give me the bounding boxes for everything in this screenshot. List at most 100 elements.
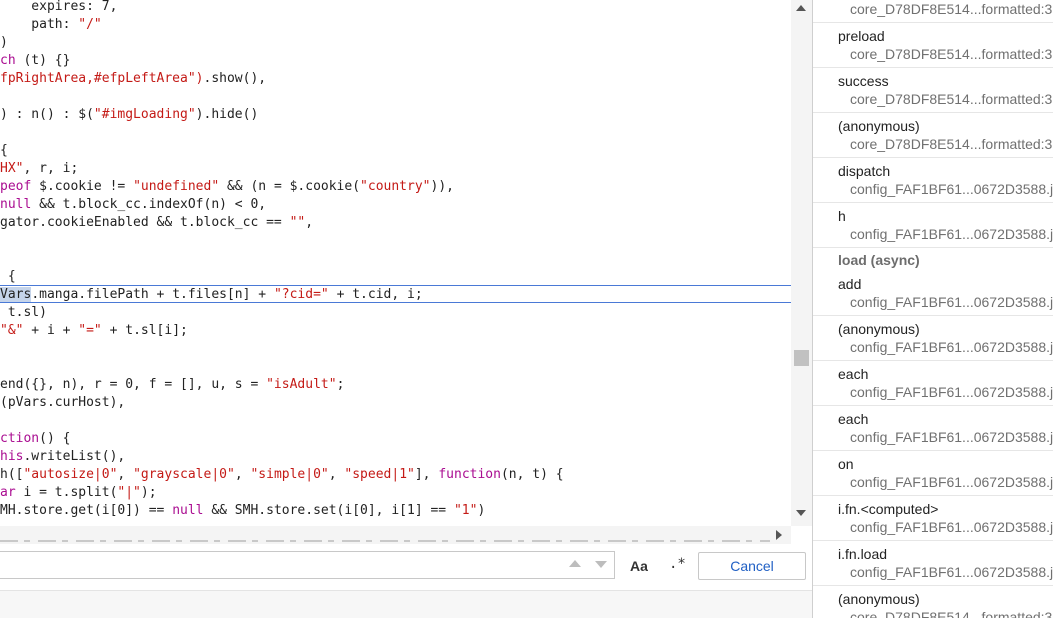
previous-match-chevron-up-icon[interactable]: [569, 560, 581, 567]
call-frame-function: (anonymous): [838, 321, 920, 337]
code-keyword: null: [0, 197, 32, 212]
code-line: peof $.cookie != "undefined" && (n = $.c…: [0, 178, 454, 196]
call-frame-function: dispatch: [838, 163, 891, 179]
code-token: (t) {}: [15, 53, 71, 68]
call-frame-location[interactable]: config_FAF1BF61...0672D3588.js: [850, 294, 1053, 310]
call-frame-location[interactable]: config_FAF1BF61...0672D3588.js: [850, 429, 1053, 445]
code-token: && SMH.store.set(i[0], i[1] ==: [203, 503, 454, 518]
code-string: "|": [117, 485, 141, 500]
call-frame-location[interactable]: config_FAF1BF61...0672D3588.js: [850, 384, 1053, 400]
code-string: "=": [78, 323, 102, 338]
call-frame-location[interactable]: core_D78DF8E514...formatted:3: [850, 1, 1052, 17]
code-string: "/": [78, 17, 102, 32]
code-string: HX": [0, 161, 24, 176]
editor-horizontal-scrollbar[interactable]: [0, 526, 791, 544]
match-case-button[interactable]: Aa: [630, 558, 648, 574]
call-frame-location[interactable]: core_D78DF8E514...formatted:3: [850, 136, 1052, 152]
call-frame[interactable]: (anonymous) core_D78DF8E514...formatted:3: [813, 113, 1053, 158]
call-frame[interactable]: i.fn.<computed> config_FAF1BF61...0672D35…: [813, 496, 1053, 541]
code-token: && t.block_cc.indexOf(n) < 0,: [31, 197, 267, 212]
call-frame[interactable]: on config_FAF1BF61...0672D3588.js: [813, 451, 1053, 496]
code-string: "undefined": [133, 179, 220, 194]
code-line: ar i = t.split("|");: [0, 484, 157, 502]
scroll-down-arrow-icon[interactable]: [796, 510, 806, 516]
call-frame[interactable]: h config_FAF1BF61...0672D3588.js: [813, 203, 1053, 248]
call-frame-location[interactable]: config_FAF1BF61...0672D3588.js: [850, 339, 1053, 355]
code-string: "country": [360, 179, 431, 194]
call-frame-function: add: [838, 276, 862, 292]
search-bar: Aa .* Cancel: [0, 544, 812, 590]
code-line: end({}, n), r = 0, f = [], u, s = "isAdu…: [0, 376, 344, 394]
code-keyword: function: [438, 467, 501, 482]
call-frame-location[interactable]: config_FAF1BF61...0672D3588.js: [850, 181, 1053, 197]
code-token: )),: [430, 179, 454, 194]
code-editor[interactable]: expires: 7, path: "/") ch (t) {} fpRightAr…: [0, 0, 791, 526]
call-frame-location[interactable]: config_FAF1BF61...0672D3588.js: [850, 474, 1053, 490]
call-frame-partial[interactable]: core_D78DF8E514...formatted:3: [813, 0, 1053, 23]
code-line: "&" + i + "=" + t.sl[i];: [0, 322, 188, 340]
call-frame-function: on: [838, 456, 854, 472]
call-frame[interactable]: each config_FAF1BF61...0672D3588.js: [813, 361, 1053, 406]
call-frame[interactable]: each config_FAF1BF61...0672D3588.js: [813, 406, 1053, 451]
call-frame[interactable]: i.fn.load config_FAF1BF61...0672D3588.js: [813, 541, 1053, 586]
scroll-up-arrow-icon[interactable]: [796, 5, 806, 11]
code-line: null && t.block_cc.indexOf(n) < 0,: [0, 196, 266, 214]
async-separator-label: load (async): [838, 252, 920, 268]
call-frame[interactable]: add config_FAF1BF61...0672D3588.js: [813, 271, 1053, 316]
code-token: ,: [305, 215, 314, 230]
code-string: fpRightArea,#efpLeftArea"): [0, 71, 204, 86]
code-token: + t.sl[i];: [101, 323, 188, 338]
call-frame-location[interactable]: config_FAF1BF61...0672D3588.js: [850, 226, 1053, 242]
code-token: ],: [414, 467, 439, 482]
code-token: + i +: [23, 323, 79, 338]
call-frame[interactable]: success core_D78DF8E514...formatted:3: [813, 68, 1053, 113]
call-frame[interactable]: (anonymous) core_D78DF8E514...formatted:3: [813, 586, 1053, 618]
editor-vertical-scrollbar[interactable]: [791, 0, 812, 526]
call-frame-location[interactable]: core_D78DF8E514...formatted:3: [850, 91, 1052, 107]
code-line: {: [0, 268, 16, 286]
code-token: ;: [336, 377, 345, 392]
call-frame-function: (anonymous): [838, 591, 920, 607]
call-frame-location[interactable]: config_FAF1BF61...0672D3588.js: [850, 519, 1053, 535]
call-frame[interactable]: (anonymous) config_FAF1BF61...0672D3588.j…: [813, 316, 1053, 361]
next-match-chevron-down-icon[interactable]: [595, 561, 607, 568]
code-string: "isAdult": [266, 377, 337, 392]
code-token: ,: [328, 467, 345, 482]
code-line: gator.cookieEnabled && t.block_cc == "",: [0, 214, 313, 232]
code-token: ): [477, 503, 486, 518]
regex-button[interactable]: .*: [669, 556, 686, 572]
code-token: {: [0, 143, 8, 158]
code-keyword: his: [0, 449, 24, 464]
scroll-right-arrow-icon[interactable]: [776, 530, 782, 540]
code-line: h(["autosize|0", "grayscale|0", "simple|…: [0, 466, 564, 484]
code-token: $.cookie !=: [31, 179, 134, 194]
code-token: ): [0, 35, 8, 50]
code-token: .writeList(),: [23, 449, 126, 464]
call-frame[interactable]: dispatch config_FAF1BF61...0672D3588.js: [813, 158, 1053, 203]
scrollbar-thumb[interactable]: [794, 350, 809, 366]
code-token: MH.store.get(i[0]) ==: [0, 503, 173, 518]
code-token: ) : n() : $(: [0, 107, 94, 122]
code-keyword: ch: [0, 53, 16, 68]
call-frame[interactable]: preload core_D78DF8E514...formatted:3: [813, 23, 1053, 68]
code-line: expires: 7,: [0, 0, 117, 16]
code-token: i = t.split(: [15, 485, 118, 500]
code-line: path: "/": [0, 16, 102, 34]
code-line: Vars.manga.filePath + t.files[n] + "?cid…: [0, 286, 423, 304]
cancel-button[interactable]: Cancel: [698, 552, 806, 580]
call-frame-location[interactable]: core_D78DF8E514...formatted:3: [850, 609, 1052, 618]
code-token: .manga.filePath + t.files[n] +: [31, 287, 274, 302]
call-frame-function: (anonymous): [838, 118, 920, 134]
call-frame-function: each: [838, 366, 869, 382]
code-token: h([: [0, 467, 24, 482]
call-stack-panel: core_D78DF8E514...formatted:3 preload cor…: [813, 0, 1053, 618]
code-string: "speed|1": [344, 467, 415, 482]
code-string: "?cid=": [273, 287, 329, 302]
call-frame-location[interactable]: core_D78DF8E514...formatted:3: [850, 46, 1052, 62]
code-token: .show(),: [203, 71, 267, 86]
call-frame-location[interactable]: config_FAF1BF61...0672D3588.js: [850, 564, 1053, 580]
code-token: (pVars.curHost),: [0, 395, 126, 410]
search-input[interactable]: [0, 551, 615, 579]
code-keyword: ction: [0, 431, 40, 446]
call-frame-function: success: [838, 73, 889, 89]
